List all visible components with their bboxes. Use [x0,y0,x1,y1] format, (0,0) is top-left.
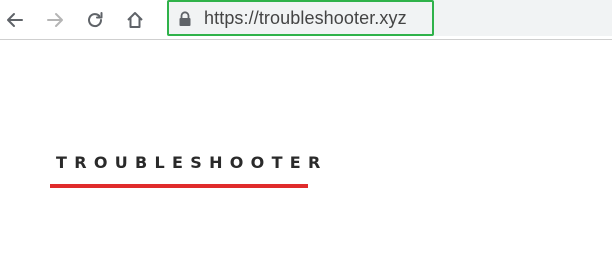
url-text[interactable]: https://troubleshooter.xyz [204,7,407,29]
reload-icon [88,12,103,28]
back-arrow-icon [7,13,23,27]
forward-arrow-icon [47,13,63,27]
lock-icon[interactable] [178,11,192,27]
brand-underline [50,184,308,188]
brand-title[interactable]: TROUBLESHOOTER [56,153,328,173]
home-icon [127,12,143,28]
home-button[interactable] [123,8,147,32]
forward-button[interactable] [43,8,67,32]
reload-button[interactable] [83,8,107,32]
browser-toolbar: https://troubleshooter.xyz [0,0,612,40]
back-button[interactable] [3,8,27,32]
